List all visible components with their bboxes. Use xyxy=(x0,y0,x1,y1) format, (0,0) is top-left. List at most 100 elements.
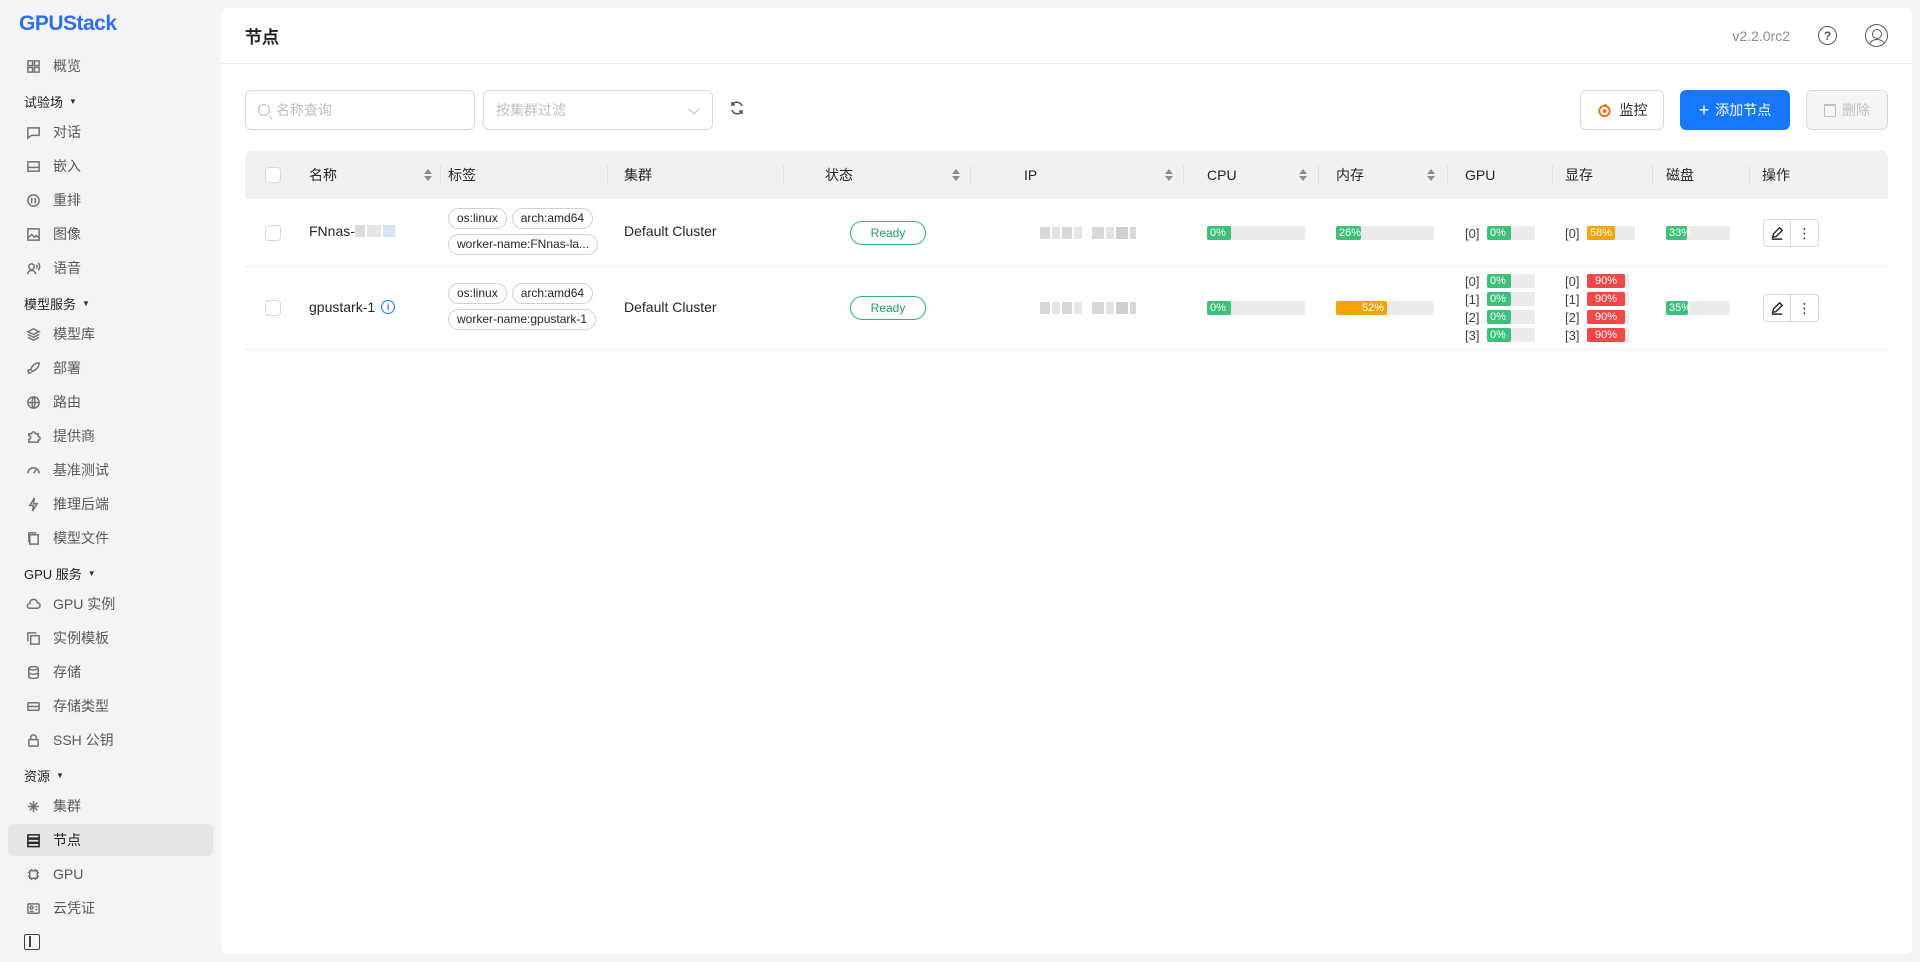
sidebar-item-model-files[interactable]: 模型文件 xyxy=(8,522,213,554)
sidebar-item-label: GPU xyxy=(53,866,84,882)
sort-icon[interactable] xyxy=(1427,169,1435,181)
more-button[interactable]: ⋮ xyxy=(1791,219,1819,247)
node-name-cell: FNnas- xyxy=(309,223,395,239)
sidebar-item-audio[interactable]: 语音 xyxy=(8,252,213,284)
disk-usage-bar: 35% xyxy=(1666,301,1730,315)
id-card-icon xyxy=(25,900,41,916)
sort-icon[interactable] xyxy=(952,169,960,181)
sidebar-item-chat[interactable]: 对话 xyxy=(8,116,213,148)
add-node-button[interactable]: + 添加节点 xyxy=(1680,90,1790,130)
sort-icon[interactable] xyxy=(1165,169,1173,181)
column-header-ip[interactable]: IP xyxy=(1024,151,1184,199)
sidebar-item-routes[interactable]: 路由 xyxy=(8,386,213,418)
sidebar-item-ssh-keys[interactable]: SSH 公钥 xyxy=(8,724,213,756)
memory-cell: 52% xyxy=(1336,301,1434,315)
nav-group-resources[interactable]: 资源 ▼ xyxy=(24,766,64,785)
search-input-wrapper[interactable] xyxy=(245,90,475,130)
dashboard-icon xyxy=(25,58,41,74)
table-row[interactable]: FNnas- os:linux arch:amd64 worker-name:F… xyxy=(245,199,1888,267)
sidebar-item-model-library[interactable]: 模型库 xyxy=(8,318,213,350)
table-row[interactable]: gpustark-1 i os:linux arch:amd64 worker-… xyxy=(245,267,1888,350)
sort-icon[interactable] xyxy=(1299,169,1307,181)
row-checkbox[interactable] xyxy=(265,300,281,316)
sidebar-item-gpu[interactable]: GPU xyxy=(8,858,213,890)
redacted-ip xyxy=(1040,227,1136,239)
column-header-name[interactable]: 名称 xyxy=(309,151,441,199)
refresh-button[interactable] xyxy=(729,100,749,120)
sidebar-item-instance-templates[interactable]: 实例模板 xyxy=(8,622,213,654)
sidebar-item-gpu-instances[interactable]: GPU 实例 xyxy=(8,588,213,620)
vram-line: [2] 90% xyxy=(1565,308,1629,326)
search-input[interactable] xyxy=(276,102,456,118)
column-header-vram: 显存 xyxy=(1565,151,1653,199)
edit-icon xyxy=(1771,226,1784,240)
copy-icon xyxy=(25,630,41,646)
node-name[interactable]: gpustark-1 xyxy=(309,299,375,315)
sidebar-item-overview[interactable]: 概览 xyxy=(8,50,213,82)
user-avatar-icon[interactable] xyxy=(1865,24,1888,47)
chevron-down-icon xyxy=(688,103,700,115)
cluster-cell: Default Cluster xyxy=(624,299,717,315)
sidebar-item-cloud-credentials[interactable]: 云凭证 xyxy=(8,892,213,924)
sidebar-item-benchmark[interactable]: 基准测试 xyxy=(8,454,213,486)
sidebar-item-embed[interactable]: 嵌入 xyxy=(8,150,213,182)
nav-group-model-service[interactable]: 模型服务 ▼ xyxy=(24,294,90,313)
column-header-cpu[interactable]: CPU xyxy=(1207,151,1319,199)
column-header-gpu: GPU xyxy=(1465,151,1553,199)
files-icon xyxy=(25,530,41,546)
edit-button[interactable] xyxy=(1763,294,1791,322)
column-header-cluster: 集群 xyxy=(624,151,784,199)
sidebar-item-storage[interactable]: 存储 xyxy=(8,656,213,688)
sidebar-item-clusters[interactable]: 集群 xyxy=(8,790,213,822)
delete-button-label: 删除 xyxy=(1842,102,1870,118)
sidebar-item-inference-backend[interactable]: 推理后端 xyxy=(8,488,213,520)
vram-line: [1] 90% xyxy=(1565,290,1629,308)
sidebar-item-label: 节点 xyxy=(53,832,81,848)
sidebar-item-providers[interactable]: 提供商 xyxy=(8,420,213,452)
label-tag: worker-name:FNnas-la... xyxy=(448,234,599,255)
node-name[interactable]: FNnas- xyxy=(309,223,355,239)
sidebar-item-label: 路由 xyxy=(53,394,81,410)
gpu-cell: [0] 0% [1] 0% [2] 0% [3] 0% xyxy=(1465,272,1535,344)
refresh-icon xyxy=(731,101,743,115)
edit-button[interactable] xyxy=(1763,219,1791,247)
gpustack-logo[interactable]: GPUStack xyxy=(19,12,117,36)
sidebar-item-storage-types[interactable]: 存储类型 xyxy=(8,690,213,722)
grafana-icon xyxy=(1597,103,1611,117)
more-button[interactable]: ⋮ xyxy=(1791,294,1819,322)
sidebar-item-label: 存储类型 xyxy=(53,698,109,714)
add-node-button-label: 添加节点 xyxy=(1715,102,1772,118)
info-icon[interactable]: i xyxy=(381,300,396,314)
sidebar-item-rerank[interactable]: 重排 xyxy=(8,184,213,216)
plus-icon: + xyxy=(1698,100,1710,120)
gpu-line: [1] 0% xyxy=(1465,290,1535,308)
delete-button[interactable]: 删除 xyxy=(1806,90,1888,130)
gpu-line: [3] 0% xyxy=(1465,326,1535,344)
nav-group-gpu-service[interactable]: GPU 服务 ▼ xyxy=(24,564,96,583)
row-checkbox-cell xyxy=(265,225,281,241)
caret-down-icon: ▼ xyxy=(82,299,90,308)
labels-cell: os:linux arch:amd64 worker-name:gpustark… xyxy=(448,283,618,330)
sidebar-item-nodes[interactable]: 节点 xyxy=(8,824,213,856)
sort-icon[interactable] xyxy=(424,169,432,181)
monitor-button[interactable]: 监控 xyxy=(1580,90,1664,130)
cluster-filter-select[interactable]: 按集群过滤 xyxy=(483,90,713,130)
row-checkbox[interactable] xyxy=(265,225,281,241)
column-header-memory[interactable]: 内存 xyxy=(1336,151,1448,199)
sidebar-item-deploy[interactable]: 部署 xyxy=(8,352,213,384)
nav-group-playground[interactable]: 试验场 ▼ xyxy=(24,92,77,111)
version-label: v2.2.0rc2 xyxy=(1732,27,1790,44)
sidebar-item-label: 云凭证 xyxy=(53,900,95,916)
status-badge: Ready xyxy=(850,296,926,320)
search-icon xyxy=(258,104,270,116)
select-all-checkbox[interactable] xyxy=(265,167,281,183)
column-header-actions: 操作 xyxy=(1762,167,1790,183)
sidebar-item-image[interactable]: 图像 xyxy=(8,218,213,250)
help-icon[interactable]: ? xyxy=(1818,26,1837,45)
column-header-disk: 磁盘 xyxy=(1666,151,1750,199)
layers-icon xyxy=(25,326,41,342)
column-header-status[interactable]: 状态 xyxy=(825,151,971,199)
column-header-labels: 标签 xyxy=(448,151,608,199)
sidebar-item-label: 提供商 xyxy=(53,428,95,444)
sidebar-collapse-icon[interactable] xyxy=(24,934,40,950)
